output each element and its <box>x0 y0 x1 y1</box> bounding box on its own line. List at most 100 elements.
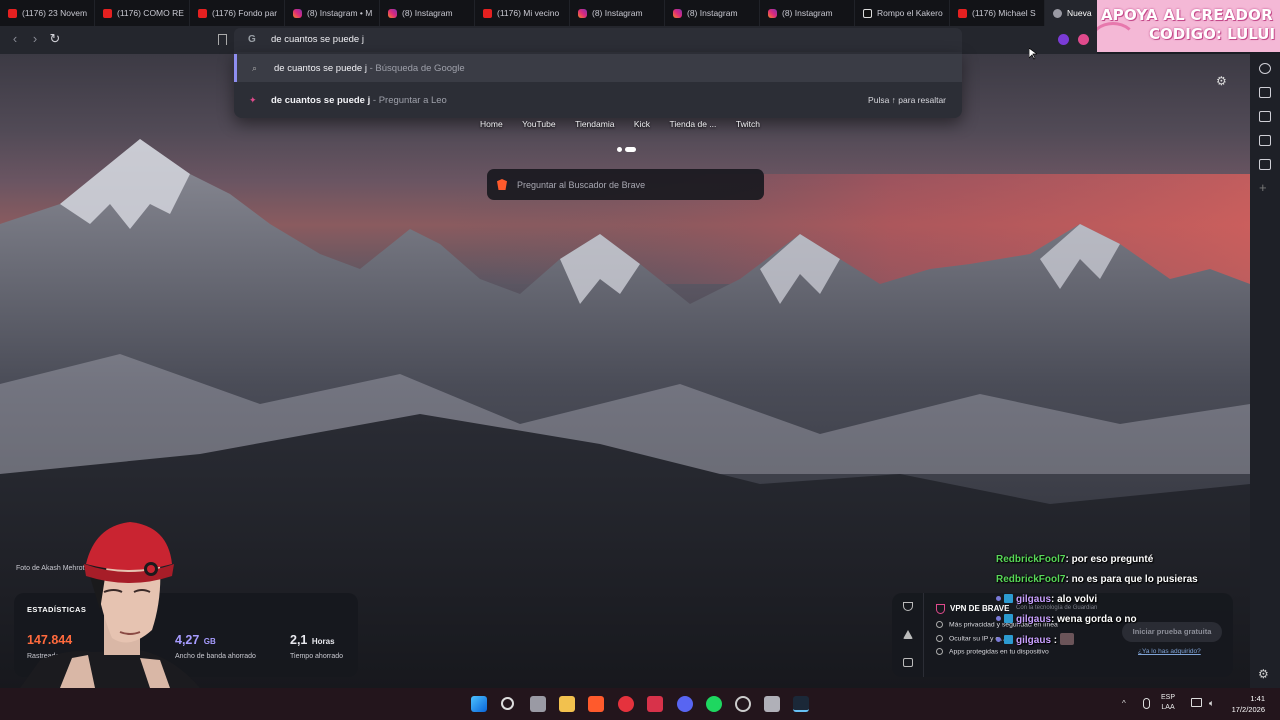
wallet-sidebar-icon[interactable] <box>1259 111 1271 122</box>
brave-browser-icon[interactable] <box>588 696 604 712</box>
tab-label: (1176) Michael S <box>972 8 1036 18</box>
tab-label: Nueva <box>1067 8 1092 18</box>
vpn-rail-icon[interactable] <box>903 602 913 611</box>
chat-username: gilgaus <box>1016 635 1052 646</box>
extension-icon[interactable] <box>1058 34 1069 45</box>
browser-tab[interactable]: (8) Instagram <box>380 0 475 26</box>
browser-tab[interactable]: (1176) 23 Novem <box>0 0 95 26</box>
discord-icon[interactable] <box>677 696 693 712</box>
chat-username: RedbrickFool7 <box>996 554 1066 565</box>
chat-dot-icon <box>996 616 1001 621</box>
browser-tab[interactable]: (8) Instagram • M <box>285 0 380 26</box>
pager-dot[interactable] <box>617 147 622 153</box>
spotify-icon[interactable] <box>706 696 722 712</box>
browser-tab[interactable]: Nueva <box>1045 0 1100 26</box>
instagram-icon <box>673 8 682 18</box>
browser-tab[interactable]: (1176) Michael S <box>950 0 1045 26</box>
creator-banner: APOYA AL CREADOR CODIGO: LULUI <box>1097 0 1280 52</box>
add-sidebar-item-icon[interactable]: + <box>1259 180 1267 195</box>
cards-rail-icon[interactable] <box>903 658 913 667</box>
top-site-link[interactable]: Home <box>480 119 503 131</box>
adobe-app-icon[interactable] <box>647 696 663 712</box>
brave-icon <box>1053 8 1062 18</box>
top-sites-pager[interactable] <box>617 141 639 159</box>
tab-label: (1176) 23 Novem <box>22 8 88 18</box>
streamer-avatar <box>20 522 200 688</box>
top-site-link[interactable]: Kick <box>634 119 650 131</box>
back-button[interactable]: ‹ <box>8 32 22 46</box>
chat-badge-icon <box>1004 635 1013 644</box>
browser-tab[interactable]: Rompo el Kakero <box>855 0 950 26</box>
tab-label: (8) Instagram <box>687 8 738 18</box>
brave-search-box[interactable]: Preguntar al Buscador de Brave <box>487 169 764 200</box>
browser-tab[interactable]: (8) Instagram <box>570 0 665 26</box>
task-view-icon[interactable] <box>530 696 546 712</box>
app-icon[interactable] <box>735 696 751 712</box>
vpn-shield-icon <box>936 604 945 614</box>
forward-button[interactable]: › <box>28 32 42 46</box>
youtube-icon <box>8 8 17 18</box>
address-bar-text[interactable]: de cuantos se puede j <box>271 34 364 45</box>
top-site-link[interactable]: Tienda de ... <box>669 119 716 131</box>
bookmark-icon[interactable] <box>218 34 227 45</box>
customize-gear-icon[interactable]: ⚙ <box>1258 667 1269 681</box>
steam-icon[interactable] <box>793 696 809 712</box>
banner-line2: CODIGO: LULUI <box>1149 25 1276 43</box>
media-player-icon[interactable] <box>618 696 634 712</box>
windows-start-icon[interactable] <box>471 696 487 712</box>
pager-dot-active[interactable] <box>625 147 636 153</box>
vpn-feature: Apps protegidas en tu dispositivo <box>936 648 1049 655</box>
banner-line1: APOYA AL CREADOR <box>1101 6 1273 24</box>
top-site-link[interactable]: YouTube <box>522 119 555 131</box>
reload-button[interactable]: ↻ <box>48 32 62 46</box>
banner-swirl-decoration <box>1097 22 1137 52</box>
file-explorer-icon[interactable] <box>559 696 575 712</box>
suggestion-query: de cuantos se puede j <box>274 62 367 74</box>
suggestion-query: de cuantos se puede j <box>271 94 371 106</box>
display-icon[interactable] <box>1191 698 1202 707</box>
start-trial-button[interactable]: Iniciar prueba gratuita <box>1122 622 1222 642</box>
browser-tab[interactable]: (1176) Mi vecino <box>475 0 570 26</box>
microphone-icon[interactable] <box>1143 698 1150 709</box>
media-sidebar-icon[interactable] <box>1259 87 1271 98</box>
reading-list-sidebar-icon[interactable] <box>1259 159 1271 170</box>
alert-rail-icon[interactable] <box>903 630 913 639</box>
brave-search-placeholder: Preguntar al Buscador de Brave <box>517 180 646 190</box>
top-site-link[interactable]: Tiendamia <box>575 119 614 131</box>
browser-tab[interactable]: (8) Instagram <box>665 0 760 26</box>
brave-rewards-icon[interactable] <box>1078 34 1089 45</box>
instagram-icon <box>578 8 587 18</box>
address-bar[interactable]: G de cuantos se puede j <box>234 28 962 52</box>
tab-label: Rompo el Kakero <box>877 8 943 18</box>
browser-tab[interactable]: (1176) COMO RE <box>95 0 190 26</box>
suggestion-google[interactable]: ⌕ de cuantos se puede j - Búsqueda de Go… <box>234 54 962 82</box>
taskbar-search-icon[interactable] <box>501 697 514 710</box>
chat-message: gilgaus: alo volvi <box>996 594 1097 605</box>
stat-unit: Horas <box>311 637 335 646</box>
suggestion-source: Preguntar a Leo <box>378 94 447 106</box>
tray-expand-icon[interactable]: ^ <box>1122 699 1126 708</box>
instagram-icon <box>768 8 777 18</box>
system-clock[interactable]: 1:41 17/2/2026 <box>1225 693 1265 715</box>
stat-value: 2,1 <box>290 633 308 647</box>
already-purchased-link[interactable]: ¿Ya lo has adquirido? <box>1138 648 1201 655</box>
suggestion-leo[interactable]: ✦ de cuantos se puede j - Preguntar a Le… <box>234 86 962 114</box>
ntp-settings-gear-icon[interactable]: ⚙ <box>1216 74 1229 88</box>
google-icon: G <box>248 34 256 45</box>
language-indicator[interactable]: ESP LAA <box>1161 693 1175 713</box>
leo-sidebar-icon[interactable] <box>1259 63 1271 74</box>
browser-tab[interactable]: (1176) Fondo par <box>190 0 285 26</box>
tab-label: (8) Instagram <box>592 8 643 18</box>
browser-tab[interactable]: (8) Instagram <box>760 0 855 26</box>
chat-dot-icon <box>996 596 1001 601</box>
stat-label: Tiempo ahorrado <box>290 653 344 660</box>
top-site-link[interactable]: Twitch <box>736 119 760 131</box>
valorant-icon[interactable] <box>764 696 780 712</box>
suggestion-separator: - <box>370 94 379 106</box>
chat-message: RedbrickFool7: por eso pregunté <box>996 554 1153 565</box>
tab-label: (1176) Mi vecino <box>497 8 560 18</box>
volume-icon[interactable]: 🔈︎ <box>1209 698 1214 709</box>
mouse-cursor-icon <box>1029 48 1037 60</box>
top-sites: Home YouTube Tiendamia Kick Tienda de ... Twi… <box>480 119 760 131</box>
bookmarks-sidebar-icon[interactable] <box>1259 135 1271 146</box>
